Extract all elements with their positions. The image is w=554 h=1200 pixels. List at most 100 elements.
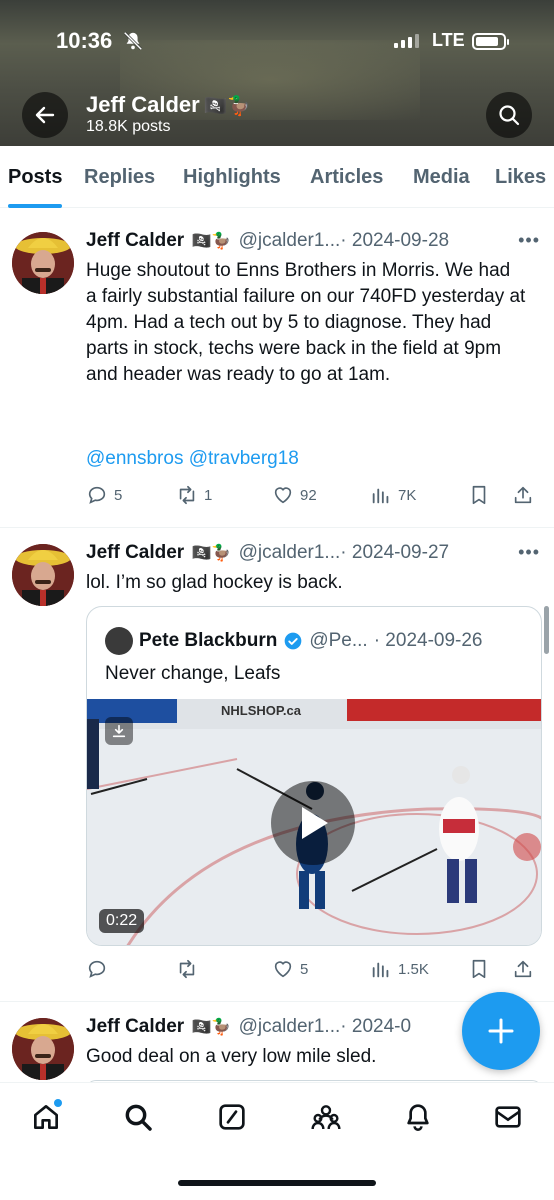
repost-button[interactable]: 1	[176, 484, 272, 506]
tweet-author-handle[interactable]: @jcalder1...	[239, 230, 341, 251]
arrow-left-icon	[35, 106, 55, 124]
like-button[interactable]: 5	[272, 958, 370, 980]
home-indicator[interactable]	[178, 1180, 376, 1186]
profile-name: Jeff Calder 🏴‍☠️🦆	[86, 92, 251, 118]
bell-icon	[407, 1104, 429, 1131]
download-icon[interactable]	[105, 717, 133, 745]
quote-header: Pete Blackburn @Pe... · 2024-09-26	[105, 627, 483, 655]
tab-posts[interactable]: Posts	[8, 146, 63, 208]
compose-button[interactable]	[462, 992, 540, 1070]
tweet[interactable]: Jeff Calder 🏴‍☠️🦆 @jcalder1...· 2024-09-…	[0, 216, 554, 528]
tweet-author-name[interactable]: Jeff Calder	[86, 542, 184, 563]
repost-count: 1	[204, 486, 213, 504]
search-icon	[125, 1104, 152, 1131]
reply-count: 5	[114, 486, 123, 504]
reply-button[interactable]	[86, 958, 176, 980]
video-duration: 0:22	[99, 909, 145, 933]
more-options-icon[interactable]: •••	[518, 542, 540, 563]
tweet-author-name[interactable]: Jeff Calder	[86, 230, 184, 251]
tab-media[interactable]: Media	[413, 146, 470, 208]
tweet-date[interactable]: · 2024-0	[340, 1016, 411, 1037]
bookmark-icon	[472, 485, 486, 505]
avatar-image	[12, 544, 74, 606]
tab-articles[interactable]: Articles	[310, 146, 383, 208]
nav-search[interactable]	[118, 1097, 158, 1137]
tweet-author-handle[interactable]: @jcalder1...	[239, 542, 341, 563]
tab-highlights[interactable]: Highlights	[183, 146, 281, 208]
search-icon	[499, 105, 520, 126]
bookmark-icon	[472, 959, 486, 979]
tab-replies[interactable]: Replies	[84, 146, 155, 208]
tweet-author-name[interactable]: Jeff Calder	[86, 1016, 184, 1037]
share-icon	[514, 486, 532, 504]
tab-likes[interactable]: Likes	[495, 146, 546, 208]
video-player[interactable]: NHLSHOP.ca 0:22	[87, 699, 541, 945]
tweet[interactable]: Jeff Calder 🏴‍☠️🦆 @jcalder1...· 2024-09-…	[0, 528, 554, 1002]
tweet-actions: 5 1 92 7K	[86, 480, 542, 510]
tweet-text: Huge shoutout to Enns Brothers in Morris…	[86, 260, 526, 385]
share-button[interactable]	[512, 484, 534, 506]
tweet-text: lol. I’m so glad hockey is back.	[86, 572, 343, 593]
views-count: 1.5K	[398, 960, 429, 978]
like-button[interactable]: 92	[272, 484, 370, 506]
tweet-header: Jeff Calder 🏴‍☠️🦆 @jcalder1...· 2024-09-…	[86, 542, 541, 564]
tweet-header: Jeff Calder 🏴‍☠️🦆 @jcalder1...· 2024-0	[86, 1016, 466, 1038]
status-bar: 10:36 LTE	[0, 24, 554, 64]
more-options-icon[interactable]: •••	[518, 230, 540, 251]
repost-button[interactable]	[176, 958, 272, 980]
bookmark-button[interactable]	[468, 484, 512, 506]
bell-off-icon	[123, 31, 143, 51]
views-count: 7K	[398, 486, 417, 504]
search-button[interactable]	[486, 92, 532, 138]
quote-avatar[interactable]	[105, 627, 133, 655]
heart-icon	[274, 487, 292, 504]
video-board-text: NHLSHOP.ca	[221, 703, 302, 718]
post-count: 18.8K posts	[86, 118, 171, 135]
verified-badge-icon	[284, 632, 302, 650]
nav-communities[interactable]	[306, 1097, 346, 1137]
quote-date[interactable]: · 2024-09-26	[374, 630, 483, 652]
heart-icon	[274, 961, 292, 978]
scrollbar[interactable]	[544, 606, 549, 654]
repost-icon	[179, 959, 195, 979]
like-count: 92	[300, 486, 317, 504]
profile-name-emoji: 🏴‍☠️🦆	[203, 96, 252, 117]
like-count: 5	[300, 960, 309, 978]
views-icon	[372, 488, 389, 504]
reply-button[interactable]: 5	[86, 484, 176, 506]
avatar[interactable]	[12, 544, 74, 606]
avatar[interactable]	[12, 232, 74, 294]
nav-home[interactable]	[26, 1097, 66, 1137]
share-button[interactable]	[512, 958, 534, 980]
reply-icon	[88, 960, 106, 978]
play-icon	[302, 807, 328, 839]
views-button[interactable]: 1.5K	[370, 958, 468, 980]
tweet-header: Jeff Calder 🏴‍☠️🦆 @jcalder1...· 2024-09-…	[86, 230, 541, 252]
share-icon	[514, 960, 532, 978]
notification-dot	[54, 1099, 62, 1107]
back-button[interactable]	[22, 92, 68, 138]
quote-author-name[interactable]: Pete Blackburn	[139, 630, 277, 652]
tweet-date[interactable]: · 2024-09-28	[340, 230, 449, 251]
quote-author-handle[interactable]: @Pe...	[309, 630, 367, 652]
play-button[interactable]	[271, 781, 355, 865]
status-time: 10:36	[56, 28, 113, 53]
battery-icon	[472, 33, 509, 50]
bookmark-button[interactable]	[468, 958, 512, 980]
quote-text: Never change, Leafs	[105, 663, 281, 684]
plus-icon	[488, 1018, 514, 1044]
quote-tweet[interactable]: Pete Blackburn @Pe... · 2024-09-26 Never …	[86, 606, 542, 946]
views-button[interactable]: 7K	[370, 484, 468, 506]
nav-messages[interactable]	[488, 1097, 528, 1137]
tweet-author-emoji: 🏴‍☠️🦆	[191, 233, 232, 250]
nav-notifications[interactable]	[398, 1097, 438, 1137]
avatar[interactable]	[12, 1018, 74, 1080]
communities-icon	[311, 1105, 341, 1130]
profile-name-text: Jeff Calder	[86, 92, 200, 117]
tweet-mentions[interactable]: @ennsbros @travberg18	[86, 448, 299, 470]
tweet-author-handle[interactable]: @jcalder1...	[239, 1016, 341, 1037]
profile-header: 10:36 LTE Jeff Calder 🏴‍☠️🦆 18.8K posts	[0, 0, 554, 146]
nav-grok[interactable]	[212, 1097, 252, 1137]
tweet-date[interactable]: · 2024-09-27	[340, 542, 449, 563]
tweet-text: Good deal on a very low mile sled.	[86, 1046, 377, 1067]
